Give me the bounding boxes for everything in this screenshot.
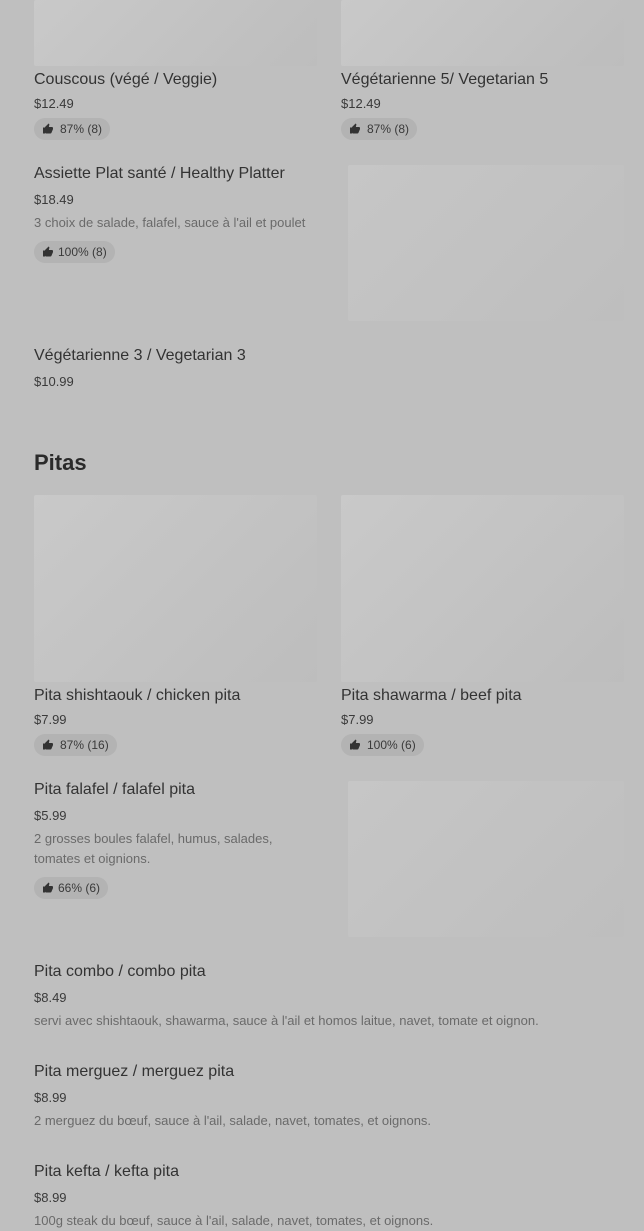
item-price-chicken-pita: $7.99	[34, 712, 67, 727]
section-title-pitas: Pitas	[34, 450, 87, 475]
rating-badge-couscous: 87% (8)	[34, 118, 111, 140]
item-description-healthy-platter: 3 choix de salade, falafel, sauce à l'ai…	[34, 215, 306, 230]
item-price-couscous: $12.49	[34, 96, 74, 111]
item-price-falafel-pita: $5.99	[34, 808, 67, 823]
rating-text: 100% (6)	[367, 738, 416, 752]
item-image-chicken-pita[interactable]	[34, 495, 317, 682]
thumbs-up-icon	[43, 123, 53, 134]
item-image-falafel-pita[interactable]	[348, 781, 624, 937]
item-price-healthy-platter: $18.49	[34, 192, 74, 207]
item-description-kefta-pita: 100g steak du bœuf, sauce à l'ail, salad…	[34, 1213, 434, 1228]
item-name-healthy-platter[interactable]: Assiette Plat santé / Healthy Platter	[34, 165, 285, 183]
thumbs-up-icon	[43, 882, 53, 893]
item-image-beef-pita[interactable]	[341, 495, 624, 682]
thumbs-up-icon	[43, 246, 53, 257]
item-name-beef-pita[interactable]: Pita shawarma / beef pita	[341, 687, 522, 705]
item-price-combo-pita: $8.49	[34, 990, 67, 1005]
rating-text: 87% (8)	[60, 122, 103, 136]
rating-badge-beef-pita: 100% (6)	[341, 734, 424, 756]
thumbs-up-icon	[350, 739, 360, 750]
item-image-couscous[interactable]	[34, 0, 317, 66]
rating-badge-healthy-platter: 100% (8)	[34, 241, 115, 263]
item-name-merguez-pita[interactable]: Pita merguez / merguez pita	[34, 1063, 234, 1081]
item-name-falafel-pita[interactable]: Pita falafel / falafel pita	[34, 781, 195, 799]
thumbs-up-icon	[43, 739, 53, 750]
item-price-merguez-pita: $8.99	[34, 1090, 67, 1105]
thumbs-up-icon	[350, 123, 360, 134]
rating-badge-falafel-pita: 66% (6)	[34, 877, 109, 899]
rating-badge-chicken-pita: 87% (16)	[34, 734, 117, 756]
item-name-chicken-pita[interactable]: Pita shishtaouk / chicken pita	[34, 687, 240, 705]
rating-badge-vegetarian-5: 87% (8)	[341, 118, 418, 140]
item-description-combo-pita: servi avec shishtaouk, shawarma, sauce à…	[34, 1013, 539, 1028]
item-description-falafel-pita-line-1: 2 grosses boules falafel, humus, salades…	[34, 831, 273, 846]
item-description-merguez-pita: 2 merguez du bœuf, sauce à l'ail, salade…	[34, 1113, 432, 1128]
item-price-kefta-pita: $8.99	[34, 1190, 67, 1205]
rating-text: 87% (16)	[60, 738, 109, 752]
item-description-falafel-pita-line-2: tomates et oignions.	[34, 851, 151, 866]
item-name-vegetarian-3[interactable]: Végétarienne 3 / Vegetarian 3	[34, 347, 246, 365]
item-name-vegetarian-5[interactable]: Végétarienne 5/ Vegetarian 5	[341, 71, 548, 89]
rating-text: 87% (8)	[367, 122, 410, 136]
item-price-beef-pita: $7.99	[341, 712, 374, 727]
item-name-couscous[interactable]: Couscous (végé / Veggie)	[34, 71, 217, 89]
item-price-vegetarian-5: $12.49	[341, 96, 381, 111]
item-name-combo-pita[interactable]: Pita combo / combo pita	[34, 963, 206, 981]
rating-text: 100% (8)	[58, 245, 107, 259]
rating-text: 66% (6)	[58, 881, 101, 895]
item-name-kefta-pita[interactable]: Pita kefta / kefta pita	[34, 1163, 179, 1181]
item-image-vegetarian-5[interactable]	[341, 0, 624, 66]
item-image-healthy-platter[interactable]	[348, 165, 624, 321]
item-price-vegetarian-3: $10.99	[34, 374, 74, 389]
